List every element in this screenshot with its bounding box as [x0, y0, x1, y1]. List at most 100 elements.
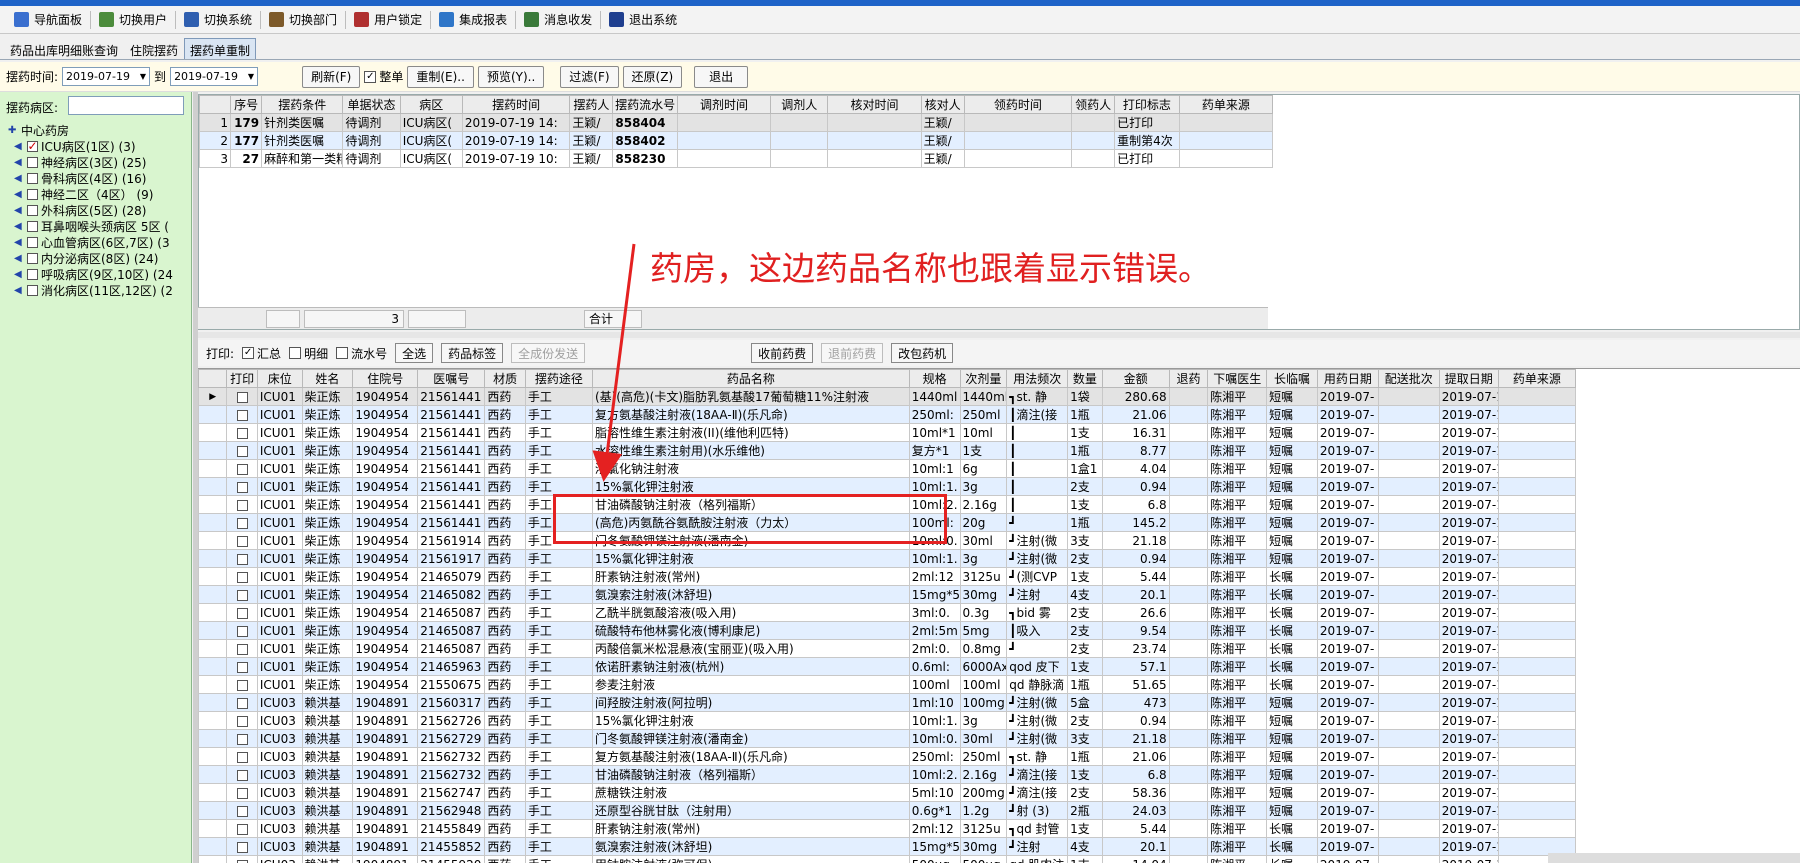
table-row[interactable]: ICU01 柴正炼 1904954 21561441 西药 手工 浓氯化钠注射液 10ml:1…	[198, 459, 1577, 478]
tree-ward-item[interactable]: ◀ 骨科病区(4区) (16)	[8, 170, 188, 186]
column-header[interactable]: 药品名称	[591, 369, 910, 388]
column-header[interactable]: 摆药人	[569, 95, 614, 114]
column-header[interactable]: 用药日期	[1316, 369, 1379, 388]
table-row[interactable]: ICU01 柴正炼 1904954 21465087 西药 手工 乙酰半胱氨酸溶液(吸入用)…	[198, 603, 1577, 622]
print-checkbox-cell[interactable]	[226, 603, 258, 622]
table-row[interactable]: ICU01 柴正炼 1904954 21561917 西药 手工 15%氯化钾注射液 10ml…	[198, 549, 1577, 568]
table-row[interactable]: ICU03赖洪基190489121455920西药手工甲钴胺注射液(弥可保)50…	[198, 855, 1577, 863]
print-checkbox[interactable]	[236, 391, 248, 403]
date-to-picker[interactable]: 2019-07-19 ▼	[170, 67, 259, 86]
column-header[interactable]: 配送批次	[1377, 369, 1440, 388]
print-checkbox-cell[interactable]	[226, 405, 258, 424]
print-checkbox[interactable]	[236, 463, 248, 475]
table-row[interactable]: 327麻醉和第一类精神待调剂ICU病区(2019-07-19 10:王颖/858…	[198, 149, 1274, 168]
tree-checkbox[interactable]	[27, 172, 38, 184]
chevron-down-icon[interactable]: ▼	[248, 72, 254, 81]
chevron-down-icon[interactable]: ▼	[140, 72, 146, 81]
table-row[interactable]: ICU01 柴正炼 1904954 21550675 西药 手工 参麦注射液 100ml 100…	[198, 675, 1577, 694]
column-header[interactable]: 领药人	[1071, 95, 1116, 114]
print-checkbox-cell[interactable]	[226, 567, 258, 586]
print-checkbox[interactable]	[236, 661, 248, 673]
print-checkbox[interactable]	[236, 697, 248, 709]
print-checkbox[interactable]	[236, 769, 248, 781]
column-header[interactable]: 打印	[226, 369, 258, 388]
table-row[interactable]: ICU01 柴正炼 1904954 21465082 西药 手工 氨溴索注射液(沐舒坦) 15…	[198, 585, 1577, 604]
column-header[interactable]: 材质	[484, 369, 526, 388]
tree-ward-item[interactable]: ◀ ✓ ICU病区(1区) (3)	[8, 138, 188, 154]
column-header[interactable]: 核对人	[920, 95, 965, 114]
ward-input[interactable]	[68, 96, 184, 115]
summary-checkbox[interactable]: ✓ 汇总	[242, 345, 281, 362]
print-checkbox[interactable]	[236, 607, 248, 619]
tree-checkbox[interactable]	[27, 188, 38, 200]
tree-root-item[interactable]: ✚ 中心药房	[8, 122, 188, 138]
tree-checkbox[interactable]	[27, 284, 38, 296]
print-checkbox[interactable]	[236, 553, 248, 565]
select-all-button[interactable]: 全选	[395, 343, 434, 363]
print-checkbox[interactable]	[236, 517, 248, 529]
column-header[interactable]: 住院号	[352, 369, 419, 388]
column-header[interactable]: 数量	[1067, 369, 1103, 388]
horizontal-splitter[interactable]	[198, 332, 1800, 338]
print-checkbox[interactable]	[236, 625, 248, 637]
tab-3[interactable]: 摆药单重制	[184, 38, 257, 59]
receive-fee-button[interactable]: 收前药费	[751, 343, 814, 363]
toolbar-switch-user-button[interactable]: 切换用户	[91, 8, 175, 32]
print-checkbox-cell[interactable]	[226, 513, 258, 532]
print-checkbox-cell[interactable]	[226, 711, 258, 730]
tree-ward-item[interactable]: ◀ 神经二区（4区） (9)	[8, 186, 188, 202]
print-checkbox-cell[interactable]	[226, 495, 258, 514]
table-row[interactable]: 1 179 针剂类医嘱 待调剂 ICU病区(2019-07-19 14: 王颖/85840…	[198, 113, 1274, 132]
tree-ward-item[interactable]: ◀ 外科病区(5区) (28)	[8, 202, 188, 218]
column-header[interactable]: 核对时间	[827, 95, 922, 114]
print-checkbox-cell[interactable]	[226, 459, 258, 478]
table-row[interactable]: ICU01 柴正炼 1904954 21465087 西药 手工 丙酸倍氯米松混悬液(宝丽亚…	[198, 639, 1577, 658]
column-header[interactable]: 序号	[230, 95, 263, 114]
print-checkbox[interactable]	[236, 589, 248, 601]
table-row[interactable]: ICU03 赖洪基 1904891 21560317 西药 手工 间羟胺注射液(阿拉明) 1m…	[198, 693, 1577, 712]
table-row[interactable]: ICU01 柴正炼 1904954 21561441 西药 手工 水溶性维生素注射用)(水乐…	[198, 441, 1577, 460]
tree-checkbox[interactable]	[27, 252, 38, 264]
tree-checkbox[interactable]	[27, 156, 38, 168]
print-checkbox[interactable]	[236, 733, 248, 745]
column-header[interactable]: 药单来源	[1497, 369, 1577, 388]
column-header[interactable]: 下嘱医生	[1207, 369, 1268, 388]
tree-checkbox[interactable]	[27, 220, 38, 232]
tree-checkbox[interactable]	[27, 268, 38, 280]
print-checkbox-cell[interactable]	[226, 477, 258, 496]
repack-machine-button[interactable]: 改包药机	[891, 343, 954, 363]
table-row[interactable]: ICU03 赖洪基 1904891 21562948 西药 手工 还原型谷胱甘肽（注射用） 0…	[198, 801, 1577, 820]
print-checkbox-cell[interactable]	[226, 549, 258, 568]
column-header[interactable]: 床位	[256, 369, 303, 388]
print-checkbox-cell[interactable]	[226, 441, 258, 460]
tree-checkbox[interactable]	[27, 236, 38, 248]
print-checkbox[interactable]	[236, 841, 248, 853]
column-header[interactable]: 病区	[399, 95, 463, 114]
column-header[interactable]: 次剂量	[959, 369, 1008, 388]
print-checkbox[interactable]	[236, 481, 248, 493]
whole-order-checkbox[interactable]: ✓ 整单	[364, 68, 403, 85]
print-checkbox-cell[interactable]	[226, 657, 258, 676]
print-checkbox[interactable]	[236, 571, 248, 583]
tree-ward-item[interactable]: ◀ 神经病区(3区) (25)	[8, 154, 188, 170]
print-checkbox-cell[interactable]	[226, 729, 258, 748]
table-row[interactable]: ICU03 赖洪基 1904891 21562732 西药 手工 甘油磷酸钠注射液（格列福斯…	[198, 765, 1577, 784]
print-checkbox-cell[interactable]	[226, 783, 258, 802]
column-header[interactable]: 退药	[1168, 369, 1209, 388]
column-header[interactable]: 用法频次	[1006, 369, 1069, 388]
column-header[interactable]: 打印标志	[1114, 95, 1180, 114]
print-checkbox[interactable]	[236, 715, 248, 727]
toolbar-switch-system-button[interactable]: 切换系统	[176, 8, 260, 32]
print-checkbox-cell[interactable]	[226, 801, 258, 820]
tab-1[interactable]: 药品出库明细账查询	[4, 38, 124, 59]
print-checkbox-cell[interactable]	[226, 639, 258, 658]
table-row[interactable]: ICU01 柴正炼 1904954 21465079 西药 手工 肝素钠注射液(常州) 2ml…	[198, 567, 1577, 586]
horizontal-scrollbar[interactable]	[1548, 853, 1800, 863]
toolbar-user-lock-button[interactable]: 用户锁定	[346, 8, 430, 32]
column-header[interactable]: 摆药途径	[524, 369, 593, 388]
print-checkbox[interactable]	[236, 679, 248, 691]
column-header[interactable]: 领药时间	[963, 95, 1073, 114]
toolbar-report-button[interactable]: 集成报表	[431, 8, 515, 32]
print-checkbox-cell[interactable]	[226, 855, 258, 863]
tree-ward-item[interactable]: ◀ 耳鼻咽喉头颈病区 5区 (	[8, 218, 188, 234]
